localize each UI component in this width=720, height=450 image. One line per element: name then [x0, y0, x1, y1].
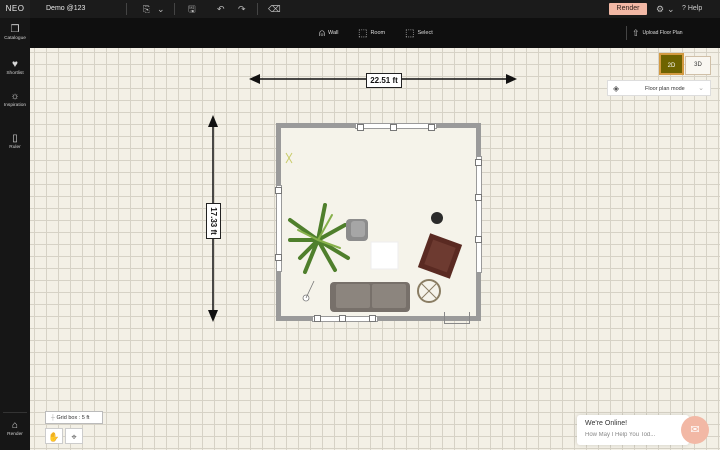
- rug-square[interactable]: [370, 241, 399, 270]
- view-2d-button[interactable]: 2D: [659, 53, 684, 75]
- floor-plan-mode-select[interactable]: ◈ Floor plan mode ⌄: [607, 80, 711, 96]
- layers-icon: ◈: [613, 84, 620, 93]
- view-3d-button[interactable]: 3D: [685, 56, 711, 75]
- round-table[interactable]: [417, 279, 441, 303]
- grid-label: Grid box : 5 ft: [56, 415, 90, 421]
- grid-size-indicator[interactable]: ┼ Grid box : 5 ft: [45, 411, 103, 424]
- wall-sconce[interactable]: [285, 152, 293, 164]
- chat-bubble-icon[interactable]: ✉: [681, 416, 709, 444]
- floor-lamp[interactable]: [302, 280, 315, 302]
- pan-hand-icon[interactable]: ✋: [45, 428, 63, 444]
- plant[interactable]: [288, 203, 350, 274]
- mode-label: Floor plan mode: [645, 86, 685, 92]
- chat-title: We're Online!: [585, 420, 628, 427]
- armchair[interactable]: [417, 233, 463, 279]
- recenter-icon[interactable]: ⌖: [65, 428, 83, 444]
- grid-icon: ┼: [51, 415, 55, 421]
- chat-widget[interactable]: We're Online! How May I Help You Tod...: [577, 415, 689, 445]
- bottom-tools: ✋ ⌖: [45, 428, 85, 444]
- chat-subtitle: How May I Help You Tod...: [585, 432, 656, 438]
- furniture-layer: [285, 152, 463, 312]
- side-table[interactable]: [431, 212, 443, 224]
- sofa[interactable]: [330, 282, 410, 312]
- chair[interactable]: [346, 219, 368, 241]
- chevron-down-icon: ⌄: [698, 85, 704, 92]
